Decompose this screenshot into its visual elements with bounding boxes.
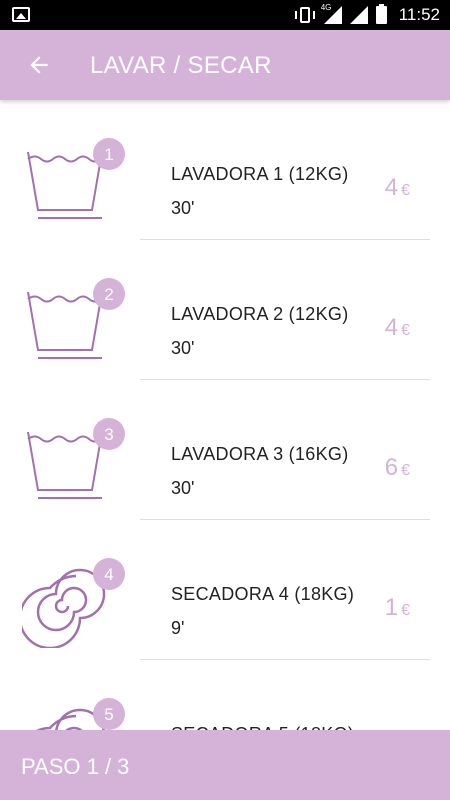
currency-symbol: € [401, 462, 410, 479]
machine-number: 5 [104, 705, 113, 724]
machine-row[interactable]: 4 SECADORA 4 (18KG) 9' 1 € [0, 520, 450, 660]
machine-price: 4 € [384, 314, 410, 341]
page-title: LAVAR / SECAR [90, 52, 272, 79]
machine-price: 6 € [384, 454, 410, 481]
machine-icon: 1 [22, 138, 132, 228]
footer-bar: PASO 1 / 3 [0, 730, 450, 800]
washer-icon: 2 [27, 278, 125, 359]
step-indicator: PASO 1 / 3 [21, 754, 130, 779]
machine-number: 1 [104, 145, 113, 164]
washer-icon: 1 [27, 138, 125, 219]
currency-symbol: € [401, 182, 410, 199]
machine-list: 1 LAVADORA 1 (12KG) 30' 4 € 2 LAVADORA 2 … [0, 100, 450, 730]
image-notification-icon [12, 7, 30, 22]
machine-icon: 4 [18, 558, 132, 650]
machine-number: 3 [104, 425, 113, 444]
vibrate-icon [294, 7, 316, 23]
machine-row[interactable]: 3 LAVADORA 3 (16KG) 30' 6 € [0, 380, 450, 520]
back-arrow-icon[interactable] [26, 52, 52, 78]
battery-icon [375, 4, 387, 24]
currency-symbol: € [401, 602, 410, 619]
machine-number: 4 [104, 565, 113, 584]
machine-name: LAVADORA 3 (16KG) [171, 444, 349, 464]
machine-duration: 30' [171, 338, 195, 358]
washer-icon: 3 [27, 418, 125, 499]
machine-name: LAVADORA 2 (12KG) [171, 304, 349, 324]
currency-symbol: € [401, 322, 410, 339]
dryer-icon: 5 [36, 698, 125, 730]
machine-price: 1 € [384, 594, 410, 621]
machine-name: SECADORA 4 (18KG) [171, 584, 355, 604]
machine-name: LAVADORA 1 (12KG) [171, 164, 349, 184]
machine-row[interactable]: 5 SECADORA 5 (18KG) [0, 660, 450, 730]
machine-number: 2 [104, 285, 113, 304]
machine-duration: 9' [171, 618, 185, 638]
machine-duration: 30' [171, 198, 195, 218]
app-bar: LAVAR / SECAR [0, 30, 450, 100]
dryer-icon: 4 [18, 558, 125, 650]
machine-row[interactable]: 1 LAVADORA 1 (12KG) 30' 4 € [0, 100, 450, 240]
status-bar: 4G 11:52 [0, 0, 450, 30]
machine-icon: 3 [22, 418, 132, 508]
machine-icon: 2 [22, 278, 132, 368]
status-icons: 4G 11:52 [294, 0, 440, 30]
machine-row[interactable]: 2 LAVADORA 2 (12KG) 30' 4 € [0, 240, 450, 380]
machine-duration: 30' [171, 478, 195, 498]
mobile-signal-icon: 4G [321, 3, 342, 24]
clock: 11:52 [398, 5, 440, 24]
machine-icon: 5 [22, 698, 132, 730]
wifi-signal-icon [349, 6, 368, 24]
machine-price: 4 € [384, 174, 410, 201]
